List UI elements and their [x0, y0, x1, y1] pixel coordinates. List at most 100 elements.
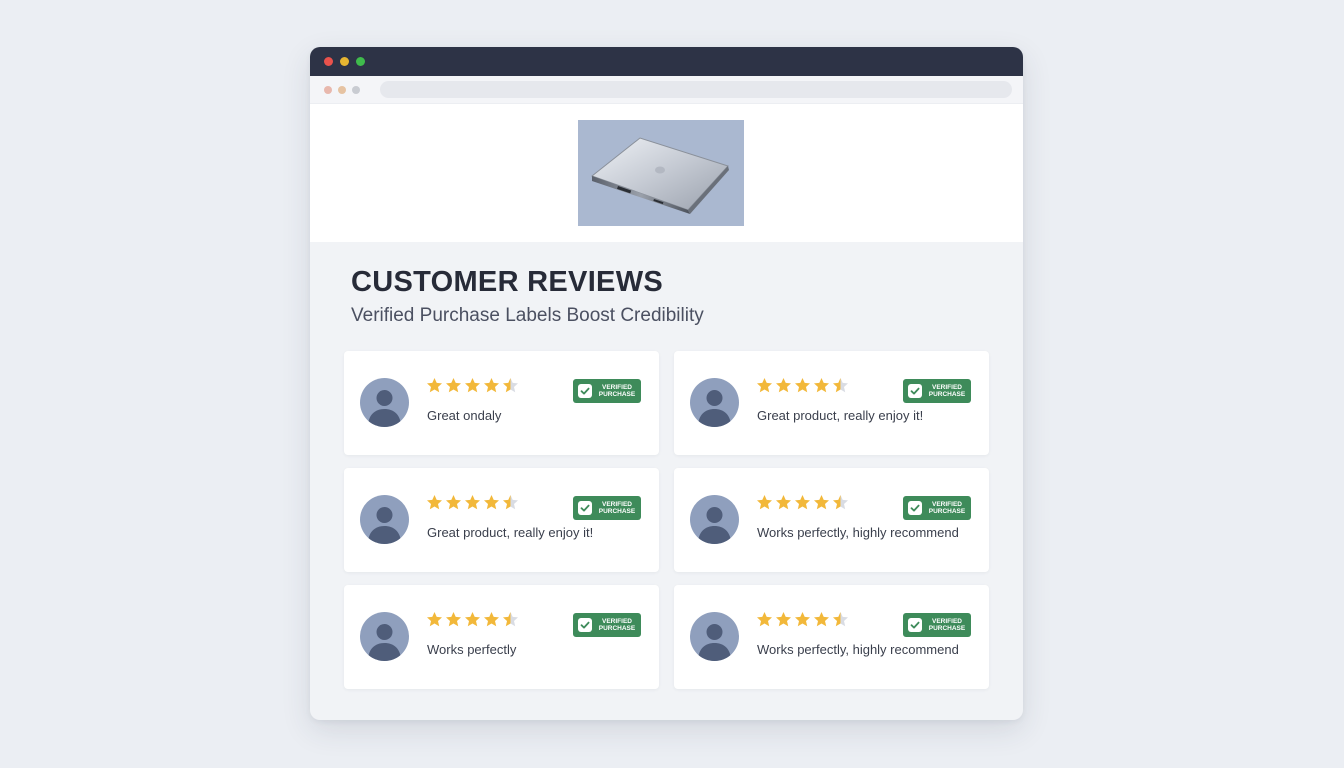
check-icon: [578, 618, 592, 632]
star-icon: [833, 495, 848, 510]
review-text: Works perfectly, highly recommend: [757, 525, 959, 540]
badge-label: VERIFIED PURCHASE: [594, 501, 640, 516]
user-avatar-icon: [690, 378, 739, 427]
badge-label: VERIFIED PURCHASE: [924, 384, 970, 399]
verified-purchase-badge: VERIFIED PURCHASE: [573, 613, 641, 637]
badge-line-2: PURCHASE: [598, 508, 636, 515]
user-avatar-icon: [360, 495, 409, 544]
badge-line-1: VERIFIED: [602, 500, 632, 508]
verified-purchase-badge: VERIFIED PURCHASE: [903, 379, 971, 403]
star-icon: [446, 495, 461, 510]
toolbar-dot: [324, 85, 332, 94]
badge-line-2: PURCHASE: [598, 625, 636, 632]
toolbar-dot: [352, 85, 360, 94]
star-icon: [776, 495, 791, 510]
product-image[interactable]: [578, 120, 744, 226]
check-icon: [578, 501, 592, 515]
star-icon: [503, 612, 518, 627]
toolbar-dot: [338, 85, 346, 94]
review-text: Great ondaly: [427, 408, 502, 423]
badge-line-1: VERIFIED: [602, 617, 632, 625]
star-icon: [484, 495, 499, 510]
check-icon: [578, 384, 592, 398]
maximize-window-button[interactable]: [356, 57, 365, 66]
badge-line-2: PURCHASE: [928, 391, 966, 398]
star-rating: [426, 611, 519, 628]
address-bar[interactable]: [380, 81, 1012, 98]
close-window-button[interactable]: [324, 57, 333, 66]
review-text: Works perfectly: [427, 642, 517, 657]
verified-purchase-badge: VERIFIED PURCHASE: [573, 496, 641, 520]
badge-label: VERIFIED PURCHASE: [594, 384, 640, 399]
star-icon: [446, 612, 461, 627]
badge-line-1: VERIFIED: [932, 383, 962, 391]
laptop-icon: [590, 137, 729, 214]
user-avatar-icon: [360, 378, 409, 427]
check-icon: [908, 501, 922, 515]
reviews-section: CUSTOMER REVIEWS Verified Purchase Label…: [310, 242, 1023, 689]
user-avatar-icon: [690, 495, 739, 544]
check-icon: [908, 384, 922, 398]
star-icon: [814, 495, 829, 510]
badge-line-2: PURCHASE: [598, 391, 636, 398]
star-icon: [814, 378, 829, 393]
page-subtitle: Verified Purchase Labels Boost Credibili…: [351, 305, 704, 326]
badge-label: VERIFIED PURCHASE: [924, 501, 970, 516]
review-card[interactable]: Works perfectly, highly recommend VERIFI…: [674, 585, 989, 689]
badge-label: VERIFIED PURCHASE: [594, 618, 640, 633]
star-icon: [776, 612, 791, 627]
star-icon: [484, 378, 499, 393]
review-card[interactable]: Great product, really enjoy it! VERIFIED…: [674, 351, 989, 455]
star-icon: [795, 495, 810, 510]
star-icon: [465, 378, 480, 393]
star-icon: [776, 378, 791, 393]
star-icon: [833, 612, 848, 627]
user-avatar-icon: [360, 612, 409, 661]
star-icon: [814, 612, 829, 627]
star-icon: [833, 378, 848, 393]
star-icon: [484, 612, 499, 627]
browser-window: CUSTOMER REVIEWS Verified Purchase Label…: [310, 47, 1023, 720]
badge-label: VERIFIED PURCHASE: [924, 618, 970, 633]
browser-toolbar: [310, 76, 1023, 104]
star-icon: [757, 612, 772, 627]
verified-purchase-badge: VERIFIED PURCHASE: [903, 496, 971, 520]
reviews-grid: Great ondaly VERIFIED PURCHASE Great pro…: [344, 351, 989, 689]
star-icon: [503, 495, 518, 510]
review-text: Great product, really enjoy it!: [427, 525, 594, 540]
star-rating: [756, 494, 849, 511]
star-icon: [465, 495, 480, 510]
star-icon: [427, 495, 442, 510]
star-icon: [757, 495, 772, 510]
star-icon: [446, 378, 461, 393]
star-rating: [756, 611, 849, 628]
star-rating: [756, 377, 849, 394]
verified-purchase-badge: VERIFIED PURCHASE: [903, 613, 971, 637]
star-icon: [427, 612, 442, 627]
badge-line-1: VERIFIED: [932, 500, 962, 508]
review-text: Great product, really enjoy it!: [757, 408, 924, 423]
review-card[interactable]: Great ondaly VERIFIED PURCHASE: [344, 351, 659, 455]
badge-line-1: VERIFIED: [932, 617, 962, 625]
star-icon: [795, 378, 810, 393]
badge-line-2: PURCHASE: [928, 508, 966, 515]
star-rating: [426, 377, 519, 394]
star-icon: [427, 378, 442, 393]
star-rating: [426, 494, 519, 511]
verified-purchase-badge: VERIFIED PURCHASE: [573, 379, 641, 403]
review-card[interactable]: Great product, really enjoy it! VERIFIED…: [344, 468, 659, 572]
minimize-window-button[interactable]: [340, 57, 349, 66]
review-text: Works perfectly, highly recommend: [757, 642, 959, 657]
check-icon: [908, 618, 922, 632]
badge-line-1: VERIFIED: [602, 383, 632, 391]
star-icon: [465, 612, 480, 627]
review-card[interactable]: Works perfectly VERIFIED PURCHASE: [344, 585, 659, 689]
star-icon: [503, 378, 518, 393]
title-bar: [310, 47, 1023, 76]
review-card[interactable]: Works perfectly, highly recommend VERIFI…: [674, 468, 989, 572]
star-icon: [795, 612, 810, 627]
user-avatar-icon: [690, 612, 739, 661]
badge-line-2: PURCHASE: [928, 625, 966, 632]
product-hero: [310, 104, 1023, 242]
page-title: CUSTOMER REVIEWS: [351, 266, 664, 298]
